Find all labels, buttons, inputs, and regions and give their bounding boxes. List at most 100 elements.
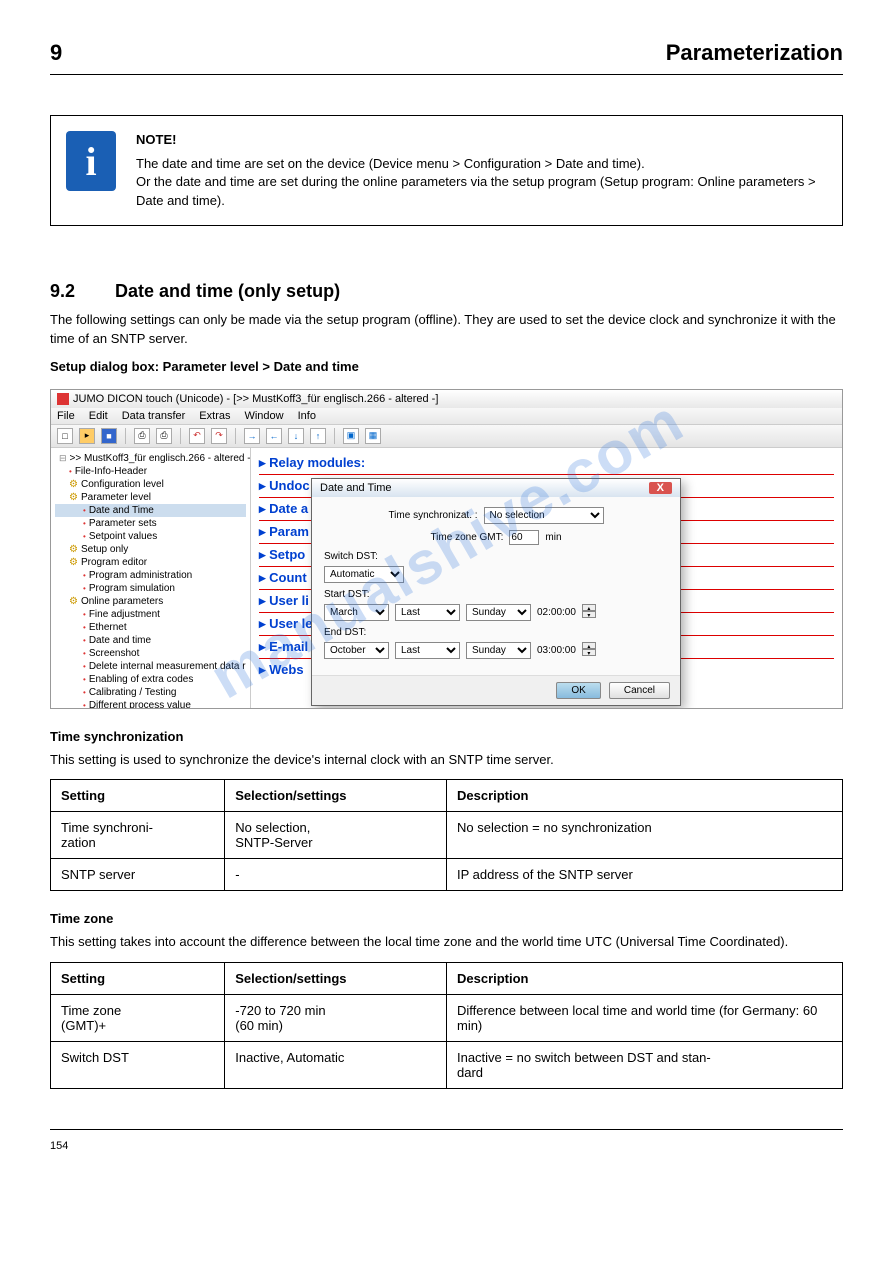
th-description: Description [446, 962, 842, 994]
toolbar-save-icon[interactable]: ■ [101, 428, 117, 444]
tree-item[interactable]: ⚙Online parameters [55, 595, 246, 608]
toolbar-undo-icon[interactable]: ↶ [189, 428, 205, 444]
tree-item[interactable]: •File-Info-Header [55, 465, 246, 478]
toolbar-import-icon[interactable]: ← [266, 428, 282, 444]
tree-item[interactable]: •Ethernet [55, 621, 246, 634]
table1-intro: This setting is used to synchronize the … [50, 750, 843, 770]
tz-unit: min [545, 532, 561, 543]
tz-label: Time zone GMT: [430, 532, 503, 543]
note-body: The date and time are set on the device … [136, 155, 827, 210]
th-selection: Selection/settings [225, 962, 447, 994]
gear-icon: ⚙ [69, 492, 78, 503]
tree-item[interactable]: •Program simulation [55, 582, 246, 595]
th-setting: Setting [51, 962, 225, 994]
tree-item-label: Configuration level [81, 479, 164, 490]
tree-item-label: Fine adjustment [89, 609, 160, 620]
tree-item[interactable]: •Program administration [55, 569, 246, 582]
table2-title: Time zone [50, 911, 843, 926]
toolbar-redo-icon[interactable]: ↷ [211, 428, 227, 444]
intro-paragraph: The following settings can only be made … [50, 310, 843, 349]
toolbar-new-icon[interactable]: □ [57, 428, 73, 444]
tree-item[interactable]: •Screenshot [55, 647, 246, 660]
ok-button[interactable]: OK [556, 682, 600, 699]
toolbar: □ ▸ ■ ⎙ ⎙ ↶ ↷ → ← ↓ ↑ ▣ ▦ [51, 425, 842, 448]
start-dst-label: Start DST: [324, 589, 668, 600]
tree-item[interactable]: •Different process value [55, 699, 246, 708]
page-footer: 154 [50, 1129, 843, 1152]
toolbar-down-icon[interactable]: ↓ [288, 428, 304, 444]
cancel-button[interactable]: Cancel [609, 682, 670, 699]
info-icon: i [66, 131, 116, 191]
tree-item-label: Online parameters [81, 596, 163, 607]
tz-input[interactable] [509, 530, 539, 545]
time-sync-select[interactable]: No selection [484, 507, 604, 524]
bullet-icon: • [83, 506, 86, 515]
menu-window[interactable]: Window [244, 410, 283, 422]
dialog-titlebar: Date and Time X [312, 479, 680, 497]
page-number: 154 [50, 1140, 68, 1152]
header-divider [50, 74, 843, 75]
gear-icon: ⚙ [69, 479, 78, 490]
tree-item-label: Parameter sets [89, 518, 157, 529]
close-icon[interactable]: X [649, 482, 672, 494]
tree-item-label: Date and Time [89, 505, 154, 516]
section-header[interactable]: ▸ Relay modules: [259, 452, 834, 474]
bullet-icon: • [83, 636, 86, 645]
tree-item[interactable]: ⚙Configuration level [55, 478, 246, 491]
dialog-title: Date and Time [320, 482, 392, 494]
bullet-icon: • [83, 532, 86, 541]
table-row: Time synchroni- zation No selection, SNT… [51, 812, 843, 859]
toolbar-open-icon[interactable]: ▸ [79, 428, 95, 444]
tree-item-label: Enabling of extra codes [89, 674, 194, 685]
bullet-icon: • [83, 610, 86, 619]
tree-item[interactable]: ⚙Program editor [55, 556, 246, 569]
menu-info[interactable]: Info [298, 410, 316, 422]
toolbar-print-icon[interactable]: ⎙ [156, 428, 172, 444]
tree-item[interactable]: •Delete internal measurement data r [55, 660, 246, 673]
tree-item-label: Program simulation [89, 583, 175, 594]
start-time-spinner[interactable]: ▴▾ [582, 604, 596, 620]
toolbar-up-icon[interactable]: ↑ [310, 428, 326, 444]
end-week-select[interactable]: Last [395, 642, 460, 659]
gear-icon: ⚙ [69, 557, 78, 568]
switch-dst-label: Switch DST: [324, 551, 668, 562]
menu-file[interactable]: File [57, 410, 75, 422]
gear-icon: ⚙ [69, 544, 78, 555]
toolbar-tile-icon[interactable]: ▦ [365, 428, 381, 444]
menu-data-transfer[interactable]: Data transfer [122, 410, 186, 422]
tree-item[interactable]: •Date and Time [55, 504, 246, 517]
end-time: 03:00:00 [537, 645, 576, 656]
bullet-icon: • [83, 519, 86, 528]
tree-item[interactable]: ⚙Parameter level [55, 491, 246, 504]
gear-icon: ⚙ [69, 596, 78, 607]
tree-item-label: File-Info-Header [75, 466, 147, 477]
table-row: Switch DST Inactive, Automatic Inactive … [51, 1041, 843, 1088]
start-week-select[interactable]: Last [395, 604, 460, 621]
tree-item[interactable]: •Enabling of extra codes [55, 673, 246, 686]
end-day-select[interactable]: Sunday [466, 642, 531, 659]
subsection-number: 9.2 [50, 281, 75, 302]
toolbar-preview-icon[interactable]: ⎙ [134, 428, 150, 444]
end-month-select[interactable]: October [324, 642, 389, 659]
end-time-spinner[interactable]: ▴▾ [582, 642, 596, 658]
tree-item[interactable]: ⚙Setup only [55, 543, 246, 556]
tree-item[interactable]: •Calibrating / Testing [55, 686, 246, 699]
toolbar-cascade-icon[interactable]: ▣ [343, 428, 359, 444]
tree-item-label: Ethernet [89, 622, 127, 633]
note-text: NOTE! The date and time are set on the d… [136, 131, 827, 210]
start-day-select[interactable]: Sunday [466, 604, 531, 621]
date-time-dialog: Date and Time X Time synchronizat. : No … [311, 478, 681, 706]
tree-item-label: Different process value [89, 700, 191, 708]
switch-dst-select[interactable]: Automatic [324, 566, 404, 583]
tree-item[interactable]: •Setpoint values [55, 530, 246, 543]
tree-item[interactable]: •Fine adjustment [55, 608, 246, 621]
bullet-icon: • [83, 623, 86, 632]
tree-item-label: Program editor [81, 557, 147, 568]
menu-extras[interactable]: Extras [199, 410, 230, 422]
tree-item[interactable]: •Parameter sets [55, 517, 246, 530]
tree-item[interactable]: •Date and time [55, 634, 246, 647]
start-month-select[interactable]: March [324, 604, 389, 621]
menu-edit[interactable]: Edit [89, 410, 108, 422]
tree-root[interactable]: ⊟>> MustKoff3_für englisch.266 - altered… [55, 452, 246, 465]
toolbar-export-icon[interactable]: → [244, 428, 260, 444]
